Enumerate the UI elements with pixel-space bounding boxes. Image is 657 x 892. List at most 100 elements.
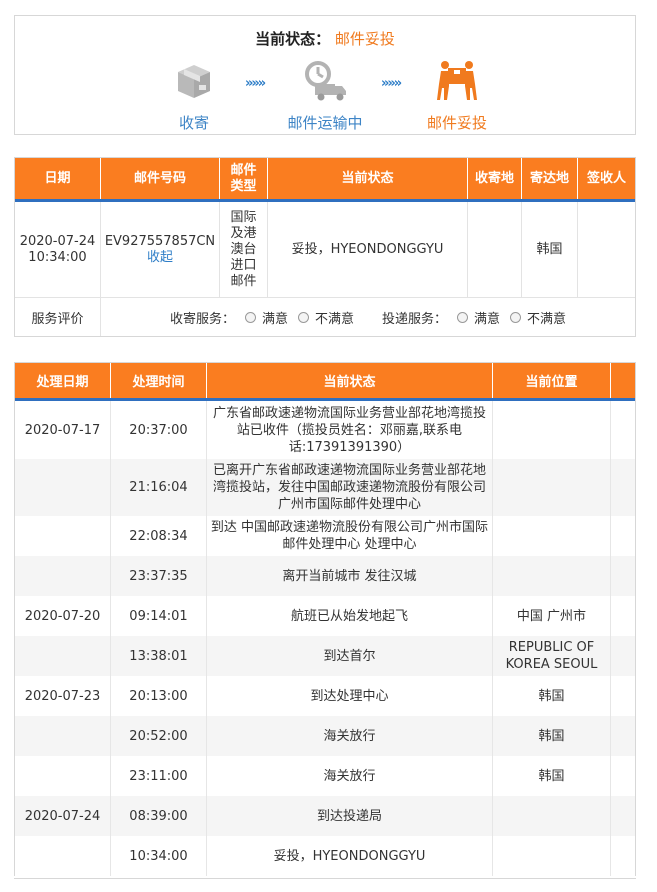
header-signer: 签收人 [586,170,626,186]
row-time: 09:14:01 [111,596,207,636]
step-collected: 收寄 [139,56,249,133]
delivery-truck-icon [270,56,380,104]
row-status: 到达处理中心 [207,676,493,716]
mail-info-row: 2020-07-24 10:34:00 EV927557857CN 收起 国际及… [15,202,635,298]
table-row: 2020-07-20 09:14:01 航班已从始发地起飞 中国 广州市 [15,596,635,636]
arrow-icon-1: »»» [245,76,266,91]
header-process-date: 处理日期 [15,363,111,398]
row-date [15,636,111,676]
service-evaluation-label: 服务评价 [15,298,101,336]
mail-date: 2020-07-24 10:34:00 [15,202,101,297]
row-date [15,836,111,876]
mail-number: EV927557857CN [104,233,216,249]
row-time: 22:08:34 [111,516,207,556]
row-location: 韩国 [493,716,611,756]
row-location [493,836,611,876]
current-status-label: 当前状态： [255,30,331,48]
row-date [15,756,111,796]
mail-info-header: 日期 邮件号码 邮件类型 当前状态 收寄地 寄达地 签收人 [15,158,635,202]
delivery-unsatisfied-label[interactable]: 不满意 [527,308,566,327]
table-row: 20:52:00 海关放行 韩国 [15,716,635,756]
table-row: 2020-07-17 20:37:00 广东省邮政速递物流国际业务营业部花地湾揽… [15,401,635,459]
pickup-satisfied-radio[interactable] [244,311,256,323]
service-evaluation-row: 服务评价 收寄服务： 满意 不满意 投递服务： 满意 不满意 [15,298,635,336]
row-location: 中国 广州市 [493,596,611,636]
row-status: 到达首尔 [207,636,493,676]
mail-origin [468,202,522,297]
row-date: 2020-07-20 [15,596,111,636]
current-status: 当前状态： 邮件妥投 [15,28,635,49]
row-location: 韩国 [493,756,611,796]
mail-status: 妥投，HYEONDONGGYU [268,202,468,297]
pickup-satisfied-label[interactable]: 满意 [262,308,288,327]
row-time: 20:13:00 [111,676,207,716]
delivery-satisfied-label[interactable]: 满意 [474,308,500,327]
row-status: 到达投递局 [207,796,493,836]
table-row: 10:34:00 妥投，HYEONDONGGYU [15,836,635,876]
header-process-time: 处理时间 [111,363,207,398]
step-in-transit: 邮件运输中 [270,56,380,133]
mail-info-table: 日期 邮件号码 邮件类型 当前状态 收寄地 寄达地 签收人 2020-07-24… [14,157,636,337]
step-label-collected: 收寄 [178,114,209,132]
status-panel: 当前状态： 邮件妥投 收寄 »»» 邮件运输中 »»» 邮件妥投 [14,15,636,135]
header-type: 邮件类型 [220,158,268,199]
delivery-person-icon [402,56,512,104]
row-date [15,459,111,516]
step-label-delivered: 邮件妥投 [426,114,487,132]
mail-number-cell: EV927557857CN 收起 [101,202,220,297]
current-status-value: 邮件妥投 [334,30,395,48]
row-status: 已离开广东省邮政速递物流国际业务营业部花地湾揽投站，发往中国邮政速递物流股份有限… [207,459,493,516]
header-current-status: 当前状态 [207,363,493,398]
header-status: 当前状态 [268,158,468,199]
table-row: 23:11:00 海关放行 韩国 [15,756,635,796]
row-time: 08:39:00 [111,796,207,836]
service-evaluation-options: 收寄服务： 满意 不满意 投递服务： 满意 不满意 [101,308,635,327]
row-status: 海关放行 [207,716,493,756]
mail-type: 国际及港澳台进口邮件 [220,202,268,297]
row-time: 21:16:04 [111,459,207,516]
row-location: 韩国 [493,676,611,716]
pickup-unsatisfied-label[interactable]: 不满意 [315,308,354,327]
table-row: 22:08:34 到达 中国邮政速递物流股份有限公司广州市国际邮件处理中心 处理… [15,516,635,556]
row-status: 广东省邮政速递物流国际业务营业部花地湾揽投站已收件（揽投员姓名：邓丽嘉,联系电话… [207,401,493,459]
collapse-link[interactable]: 收起 [147,250,173,266]
arrow-icon-2: »»» [381,76,402,91]
row-status: 离开当前城市 发往汉城 [207,556,493,596]
table-bottom-border [14,878,636,879]
row-time: 23:37:35 [111,556,207,596]
row-location [493,556,611,596]
row-location [493,516,611,556]
table-row: 21:16:04 已离开广东省邮政速递物流国际业务营业部花地湾揽投站，发往中国邮… [15,459,635,516]
delivery-unsatisfied-radio[interactable] [510,311,522,323]
header-destination: 寄达地 [522,158,578,199]
row-date: 2020-07-24 [15,796,111,836]
delivery-service-label: 投递服务： [382,311,448,327]
table-row: 23:37:35 离开当前城市 发往汉城 [15,556,635,596]
step-label-in-transit: 邮件运输中 [287,114,363,132]
row-status: 妥投，HYEONDONGGYU [207,836,493,876]
row-date [15,556,111,596]
table-row: 2020-07-24 08:39:00 到达投递局 [15,796,635,836]
package-box-icon [139,56,249,104]
row-date: 2020-07-17 [15,401,111,459]
row-status: 到达 中国邮政速递物流股份有限公司广州市国际邮件处理中心 处理中心 [207,516,493,556]
table-row: 2020-07-23 20:13:00 到达处理中心 韩国 [15,676,635,716]
row-date [15,516,111,556]
row-time: 23:11:00 [111,756,207,796]
row-status: 海关放行 [207,756,493,796]
row-time: 10:34:00 [111,836,207,876]
tracking-header: 处理日期 处理时间 当前状态 当前位置 [15,363,635,401]
row-status: 航班已从始发地起飞 [207,596,493,636]
row-location [493,796,611,836]
row-time: 20:52:00 [111,716,207,756]
delivery-satisfied-radio[interactable] [457,311,469,323]
header-current-location: 当前位置 [493,363,611,398]
header-date: 日期 [15,158,101,199]
row-date: 2020-07-23 [15,676,111,716]
row-location [493,459,611,516]
row-time: 13:38:01 [111,636,207,676]
row-time: 20:37:00 [111,401,207,459]
pickup-unsatisfied-radio[interactable] [297,311,309,323]
row-date [15,716,111,756]
mail-destination: 韩国 [522,202,578,297]
